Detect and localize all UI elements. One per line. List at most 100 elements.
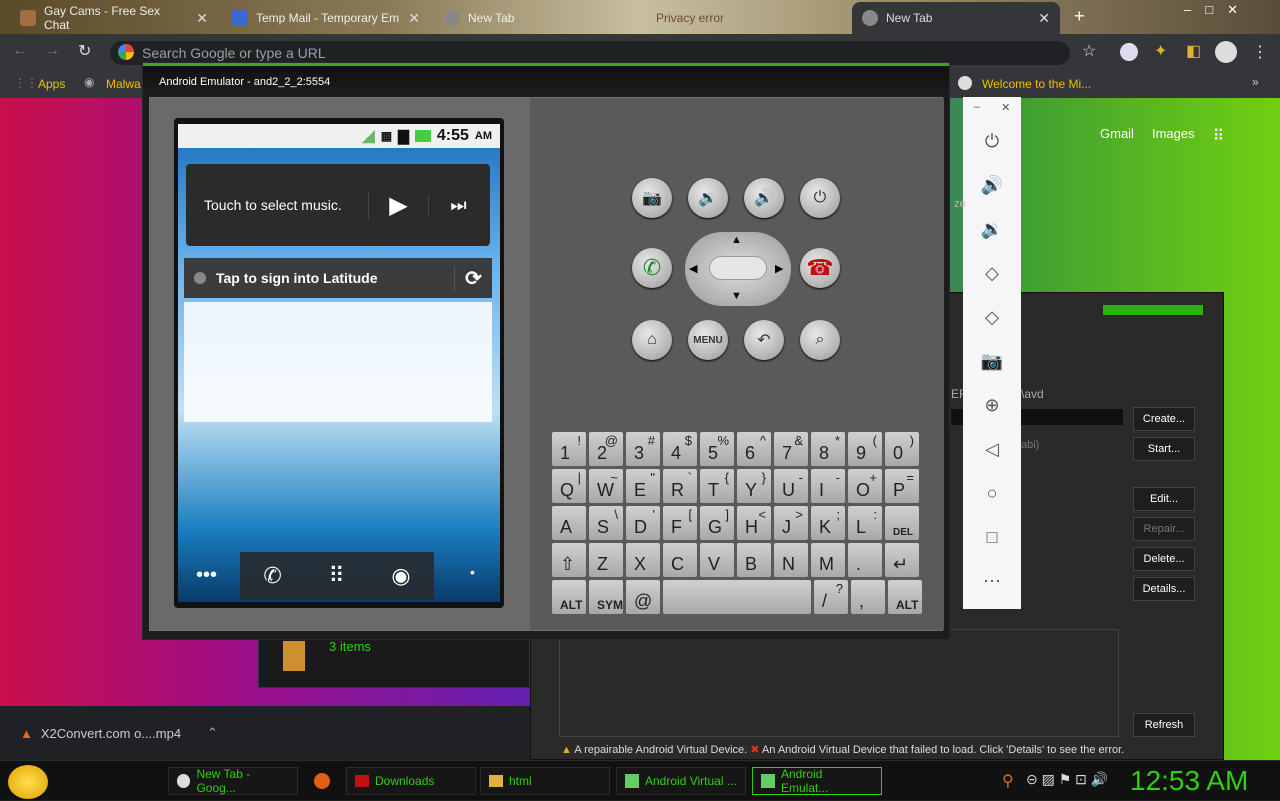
taskbar-item-avd[interactable]: Android Virtual ...	[616, 767, 746, 795]
key[interactable]: ALT	[552, 580, 586, 614]
browser-globe-icon[interactable]: ◉	[391, 563, 410, 589]
zoom-icon[interactable]: ⊕	[984, 383, 999, 427]
back-triangle-icon[interactable]: ◁	[985, 427, 999, 471]
back-button[interactable]: ↶	[744, 320, 784, 360]
dpad-left-icon[interactable]: ◀	[689, 262, 697, 275]
rotate-right-icon[interactable]: ◇	[985, 295, 999, 339]
key[interactable]: F[	[663, 506, 697, 540]
chevron-up-icon[interactable]: ⌃	[207, 725, 218, 741]
power-icon[interactable]: ⏻	[985, 119, 999, 163]
more-bookmarks-icon[interactable]: »	[1252, 75, 1259, 89]
tab-2[interactable]: Temp Mail - Temporary Em ✕	[222, 2, 430, 34]
back-icon[interactable]: ←	[12, 42, 28, 60]
key[interactable]: N	[774, 543, 808, 577]
volume-up-button[interactable]: 🔊	[744, 178, 784, 218]
minimize-icon[interactable]: –	[974, 101, 980, 119]
key[interactable]: E "	[626, 469, 660, 503]
gmail-link[interactable]: Gmail	[1100, 126, 1134, 146]
dpad-up-icon[interactable]: ▲	[731, 234, 742, 246]
key[interactable]: ,	[851, 580, 885, 614]
key[interactable]: L:	[848, 506, 882, 540]
camera-button[interactable]: 📷	[632, 178, 672, 218]
dpad-down-icon[interactable]: ▼	[731, 290, 742, 302]
android-screen[interactable]: ◢ ▦ ▇ 4:55 AM Touch to select music. ▶ ⏭…	[178, 124, 500, 602]
key[interactable]: 2 @	[589, 432, 623, 466]
search-icon[interactable]: ⚲	[1002, 771, 1014, 791]
taskbar-item-chrome[interactable]: New Tab - Goog...	[168, 767, 298, 795]
power-button[interactable]: ⏻	[800, 178, 840, 218]
key[interactable]: DEL	[885, 506, 919, 540]
key[interactable]: 8 *	[811, 432, 845, 466]
search-button[interactable]: ⌕	[800, 320, 840, 360]
create-button[interactable]: Create...	[1133, 407, 1195, 431]
menu-kebab-icon[interactable]: ⋮	[1252, 42, 1268, 62]
avd-table[interactable]	[559, 629, 1119, 737]
key[interactable]	[663, 580, 811, 614]
repair-button[interactable]: Repair...	[1133, 517, 1195, 541]
dpad-center[interactable]	[709, 256, 767, 280]
key[interactable]: R `	[663, 469, 697, 503]
sidepanel-icon[interactable]: ◧	[1186, 41, 1201, 61]
key[interactable]: ALT	[888, 580, 922, 614]
call-button[interactable]: ✆	[632, 248, 672, 288]
apps-grid-icon[interactable]: ⠿	[1213, 126, 1225, 146]
key[interactable]: 6 ^	[737, 432, 771, 466]
next-track-icon[interactable]: ⏭	[428, 194, 488, 216]
key[interactable]: 7 &	[774, 432, 808, 466]
key[interactable]: D '	[626, 506, 660, 540]
key[interactable]: V	[700, 543, 734, 577]
overview-square-icon[interactable]: □	[987, 515, 998, 559]
key[interactable]: C	[663, 543, 697, 577]
key[interactable]: 3 #	[626, 432, 660, 466]
key[interactable]: U-	[774, 469, 808, 503]
key[interactable]: K;	[811, 506, 845, 540]
key[interactable]: ⇧	[552, 543, 586, 577]
close-icon[interactable]: ✕	[1001, 101, 1010, 119]
start-smiley-icon[interactable]	[8, 765, 48, 799]
key[interactable]: SYM	[589, 580, 623, 614]
profile-flag-icon[interactable]	[1120, 43, 1138, 61]
edit-button[interactable]: Edit...	[1133, 487, 1195, 511]
refresh-icon[interactable]: ⟳	[454, 265, 492, 291]
key[interactable]: /?	[814, 580, 848, 614]
key[interactable]: H <	[737, 506, 771, 540]
delete-button[interactable]: Delete...	[1133, 547, 1195, 571]
key[interactable]: 5%	[700, 432, 734, 466]
key[interactable]: T{	[700, 469, 734, 503]
tab-3[interactable]: New Tab	[434, 2, 642, 34]
volume-down-button[interactable]: 🔉	[688, 178, 728, 218]
tray-icons[interactable]: ⊝ ▨ ⚑ ⊡ 🔊	[1026, 771, 1108, 788]
screenshot-icon[interactable]: 📷	[981, 339, 1003, 383]
latitude-widget[interactable]: Tap to sign into Latitude ⟳	[184, 258, 492, 298]
key[interactable]: Q |	[552, 469, 586, 503]
dpad[interactable]: ▲ ▼ ◀ ▶	[685, 232, 791, 306]
window-controls[interactable]: –□✕	[1184, 2, 1252, 18]
new-tab-icon[interactable]: +	[1074, 6, 1085, 27]
volume-up-icon[interactable]: 🔊	[981, 163, 1003, 207]
close-icon[interactable]: ✕	[196, 10, 208, 27]
avatar[interactable]	[1215, 41, 1237, 63]
key[interactable]: I-	[811, 469, 845, 503]
menu-button[interactable]: MENU	[688, 320, 728, 360]
app-drawer-icon[interactable]: ⠿	[329, 563, 345, 589]
key[interactable]: A	[552, 506, 586, 540]
key[interactable]: Y}	[737, 469, 771, 503]
music-widget[interactable]: Touch to select music. ▶ ⏭	[186, 164, 490, 246]
tab-5-active[interactable]: New Tab ✕	[852, 2, 1060, 34]
key[interactable]: J >	[774, 506, 808, 540]
close-icon[interactable]: ✕	[408, 10, 420, 27]
key[interactable]: M	[811, 543, 845, 577]
phone-icon[interactable]: ✆	[263, 563, 281, 589]
key[interactable]: 1!	[552, 432, 586, 466]
key[interactable]: X	[626, 543, 660, 577]
home-button[interactable]: ⌂	[632, 320, 672, 360]
key[interactable]: @	[626, 580, 660, 614]
extensions-icon[interactable]: ✦	[1154, 41, 1167, 61]
details-button[interactable]: Details...	[1133, 577, 1195, 601]
download-filename[interactable]: X2Convert.com o....mp4	[41, 726, 181, 741]
key[interactable]: O +	[848, 469, 882, 503]
dpad-right-icon[interactable]: ▶	[775, 262, 783, 275]
reload-icon[interactable]: ↻	[78, 41, 91, 61]
bookmark-welcome[interactable]: Welcome to the Mi...	[982, 77, 1091, 91]
key[interactable]: B	[737, 543, 771, 577]
